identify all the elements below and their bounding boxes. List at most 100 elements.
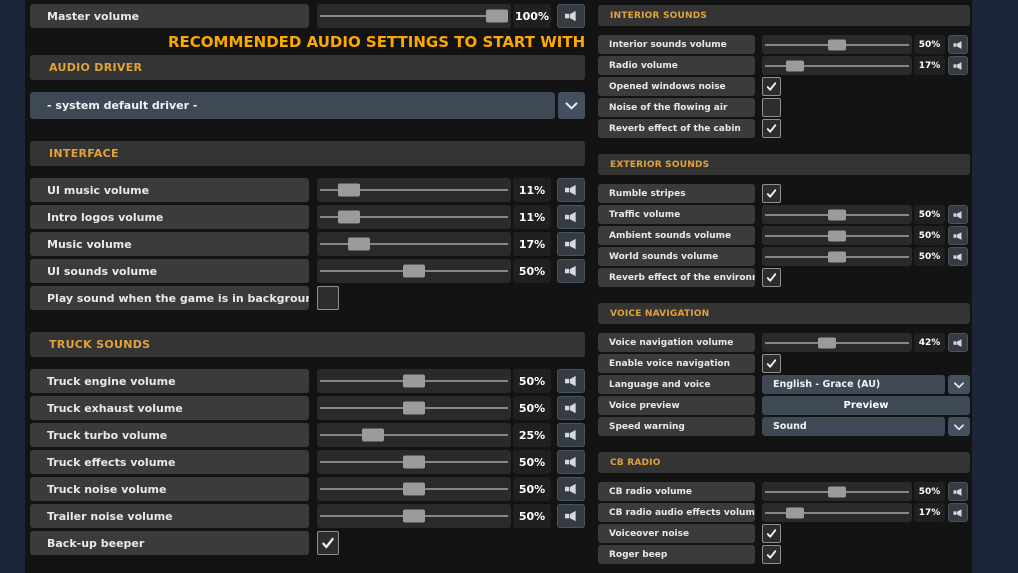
row-rumble-stripes: Rumble stripes <box>598 184 970 203</box>
trailer-noise-volume-value: 50% <box>513 504 551 528</box>
slider-handle[interactable] <box>348 237 371 251</box>
setting-label-radio-volume: Radio volume <box>598 56 755 75</box>
setting-label-ui-sounds-volume: UI sounds volume <box>30 259 309 283</box>
cb-radio-audio-effects-volume-slider[interactable] <box>762 503 912 522</box>
chevron-down-icon[interactable] <box>558 92 585 119</box>
speaker-icon[interactable] <box>948 35 968 54</box>
speaker-icon[interactable] <box>948 226 968 245</box>
speaker-icon[interactable] <box>948 205 968 224</box>
speaker-icon[interactable] <box>557 396 585 420</box>
slider-handle[interactable] <box>361 428 384 442</box>
speaker-icon[interactable] <box>557 369 585 393</box>
section-interior-sounds: INTERIOR SOUNDS Interior sounds volume 50%… <box>598 5 970 138</box>
interior-sounds-volume-slider[interactable] <box>762 35 912 54</box>
speed-warning-dropdown[interactable]: Sound <box>762 417 945 436</box>
slider-handle[interactable] <box>828 251 846 262</box>
reverb-effect-of-the-environment-checkbox[interactable] <box>762 268 781 287</box>
setting-label-roger-beep: Roger beep <box>598 545 755 564</box>
slider-handle[interactable] <box>403 482 425 496</box>
row-noise-of-the-flowing-air: Noise of the flowing air <box>598 98 970 117</box>
speaker-icon[interactable] <box>557 423 585 447</box>
section-cb-radio: CB RADIO CB radio volume 50% CB radio audio… <box>598 452 970 564</box>
roger-beep-checkbox[interactable] <box>762 545 781 564</box>
speaker-icon[interactable] <box>948 56 968 75</box>
enable-voice-navigation-checkbox[interactable] <box>762 354 781 373</box>
truck-effects-volume-slider[interactable] <box>317 450 511 474</box>
setting-label-intro-logos-volume: Intro logos volume <box>30 205 309 229</box>
row-traffic-volume: Traffic volume 50% <box>598 205 970 224</box>
setting-label-voice-navigation-volume: Voice navigation volume <box>598 333 755 352</box>
slider-handle[interactable] <box>403 374 425 388</box>
reverb-effect-of-the-cabin-checkbox[interactable] <box>762 119 781 138</box>
truck-noise-volume-slider[interactable] <box>317 477 511 501</box>
section-exterior-sounds: EXTERIOR SOUNDS Rumble stripes Traffic vol… <box>598 154 970 287</box>
speaker-icon[interactable] <box>557 259 585 283</box>
slider-handle[interactable] <box>786 60 805 71</box>
voice-navigation-volume-value: 42% <box>914 333 945 352</box>
speaker-icon[interactable] <box>557 232 585 256</box>
voiceover-noise-checkbox[interactable] <box>762 524 781 543</box>
setting-label-reverb-effect-of-the-environment: Reverb effect of the environment <box>598 268 755 287</box>
setting-label-truck-exhaust-volume: Truck exhaust volume <box>30 396 309 420</box>
world-sounds-volume-slider[interactable] <box>762 247 912 266</box>
speaker-icon[interactable] <box>948 247 968 266</box>
slider-handle[interactable] <box>828 486 846 497</box>
speaker-icon[interactable] <box>557 450 585 474</box>
play-sound-when-the-game-is-in-background-checkbox[interactable] <box>317 286 339 310</box>
setting-label-play-sound-when-the-game-is-in-background: Play sound when the game is in backgroun… <box>30 286 309 310</box>
slider-handle[interactable] <box>828 209 846 220</box>
left-sections: AUDIO DRIVER - system default driver - INT… <box>30 55 585 555</box>
row-speed-warning: Speed warning Sound <box>598 417 970 436</box>
slider-handle[interactable] <box>817 337 836 348</box>
speaker-icon[interactable] <box>557 477 585 501</box>
speaker-icon[interactable] <box>557 178 585 202</box>
speaker-icon[interactable] <box>948 333 968 352</box>
ui-sounds-volume-slider[interactable] <box>317 259 511 283</box>
setting-label-language-and-voice: Language and voice <box>598 375 755 394</box>
slider-handle[interactable] <box>338 210 361 224</box>
speaker-icon[interactable] <box>557 4 585 28</box>
speaker-icon[interactable] <box>557 504 585 528</box>
slider-handle[interactable] <box>403 401 425 415</box>
back-up-beeper-checkbox[interactable] <box>317 531 339 555</box>
section-interface: INTERFACE UI music volume 11% Intro logos v… <box>30 141 585 310</box>
interior-sounds-volume-value: 50% <box>914 35 945 54</box>
rumble-stripes-checkbox[interactable] <box>762 184 781 203</box>
chevron-down-icon[interactable] <box>948 375 970 394</box>
slider-handle[interactable] <box>403 264 425 278</box>
traffic-volume-slider[interactable] <box>762 205 912 224</box>
slider-handle[interactable] <box>338 183 361 197</box>
ui-music-volume-slider[interactable] <box>317 178 511 202</box>
opened-windows-noise-checkbox[interactable] <box>762 77 781 96</box>
audio-driver-dropdown[interactable]: - system default driver - <box>30 92 555 119</box>
master-volume-slider[interactable] <box>317 4 511 28</box>
language-and-voice-dropdown[interactable]: English - Grace (AU) <box>762 375 945 394</box>
speaker-icon[interactable] <box>948 503 968 522</box>
trailer-noise-volume-slider[interactable] <box>317 504 511 528</box>
speaker-icon[interactable] <box>557 205 585 229</box>
chevron-down-icon[interactable] <box>948 417 970 436</box>
slider-handle[interactable] <box>403 455 425 469</box>
cb-radio-volume-slider[interactable] <box>762 482 912 501</box>
ambient-sounds-volume-slider[interactable] <box>762 226 912 245</box>
voice-navigation-volume-slider[interactable] <box>762 333 912 352</box>
setting-label-back-up-beeper: Back-up beeper <box>30 531 309 555</box>
truck-exhaust-volume-slider[interactable] <box>317 396 511 420</box>
truck-engine-volume-slider[interactable] <box>317 369 511 393</box>
truck-noise-volume-value: 50% <box>513 477 551 501</box>
music-volume-slider[interactable] <box>317 232 511 256</box>
slider-handle[interactable] <box>486 9 508 23</box>
slider-handle[interactable] <box>403 509 425 523</box>
slider-track <box>765 341 909 344</box>
slider-handle[interactable] <box>786 507 805 518</box>
section-header-voice-navigation: VOICE NAVIGATION <box>598 303 970 324</box>
setting-label-reverb-effect-of-the-cabin: Reverb effect of the cabin <box>598 119 755 138</box>
intro-logos-volume-slider[interactable] <box>317 205 511 229</box>
speaker-icon[interactable] <box>948 482 968 501</box>
voice-preview-button[interactable]: Preview <box>762 396 970 415</box>
slider-handle[interactable] <box>828 230 846 241</box>
truck-turbo-volume-slider[interactable] <box>317 423 511 447</box>
noise-of-the-flowing-air-checkbox[interactable] <box>762 98 781 117</box>
slider-handle[interactable] <box>828 39 846 50</box>
radio-volume-slider[interactable] <box>762 56 912 75</box>
